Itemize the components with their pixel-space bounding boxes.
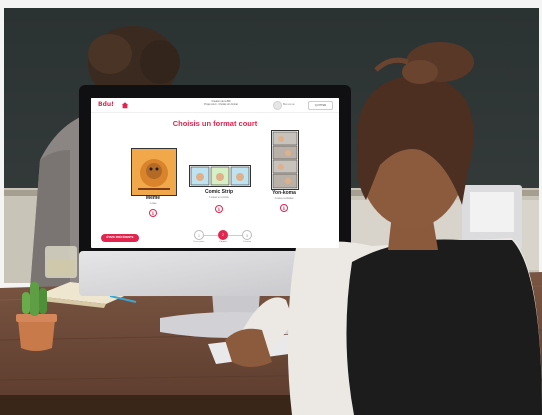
step-connector	[228, 235, 242, 236]
step-3[interactable]: 3	[242, 230, 252, 240]
cactus	[30, 282, 39, 316]
plant-pot	[18, 320, 55, 351]
step-label: Format	[219, 241, 227, 243]
format-card-meme[interactable]: Mème 1 case i	[129, 148, 177, 218]
header-title: Création de ta BD Projet court · Choisis…	[191, 100, 251, 106]
format-card-comic-strip[interactable]: Comic Strip 3 cases en continu i	[187, 165, 251, 221]
yon-koma-thumbnail	[271, 130, 299, 190]
info-icon[interactable]: i	[280, 204, 288, 212]
page-title: Choisis un format court	[172, 119, 258, 128]
meme-thumbnail	[131, 148, 177, 196]
format-description: 4 cases verticales	[274, 197, 294, 200]
previous-step-button[interactable]: ÉTAPE PRÉCÉDENTE	[101, 234, 139, 242]
monitor-screen: Bdu! Création de ta BD Projet court · Ch…	[91, 98, 339, 248]
comic-strip-thumbnail	[189, 165, 251, 187]
format-title: Yon-koma	[272, 190, 296, 196]
student-vest	[346, 239, 542, 415]
step-label: Description	[193, 241, 205, 243]
info-icon[interactable]: i	[149, 209, 157, 217]
app-header: Bdu! Création de ta BD Projet court · Ch…	[91, 98, 339, 113]
app-logo[interactable]: Bdu!	[98, 101, 114, 108]
info-icon[interactable]: i	[215, 205, 223, 213]
header-title-line2: Projet court · Choisis ton format	[204, 103, 238, 106]
format-title: Mème	[145, 195, 161, 201]
home-icon[interactable]	[121, 101, 129, 109]
step-1[interactable]: 1	[194, 230, 204, 240]
step-label: Création	[242, 241, 252, 243]
step-connector	[204, 235, 218, 236]
photo-scene: Bdu! Création de ta BD Projet court · Ch…	[0, 0, 542, 415]
quit-button[interactable]: QUITTER	[308, 101, 333, 110]
step-2-active[interactable]: 2	[218, 230, 228, 240]
format-description: 3 cases en continu	[209, 196, 229, 199]
format-card-yon-koma[interactable]: Yon-koma 4 cases verticales i	[267, 130, 301, 218]
user-name: Bienvenue	[283, 103, 295, 106]
format-description: 1 case	[149, 202, 157, 205]
avatar-icon[interactable]	[273, 101, 282, 110]
format-title: Comic Strip	[204, 189, 234, 195]
